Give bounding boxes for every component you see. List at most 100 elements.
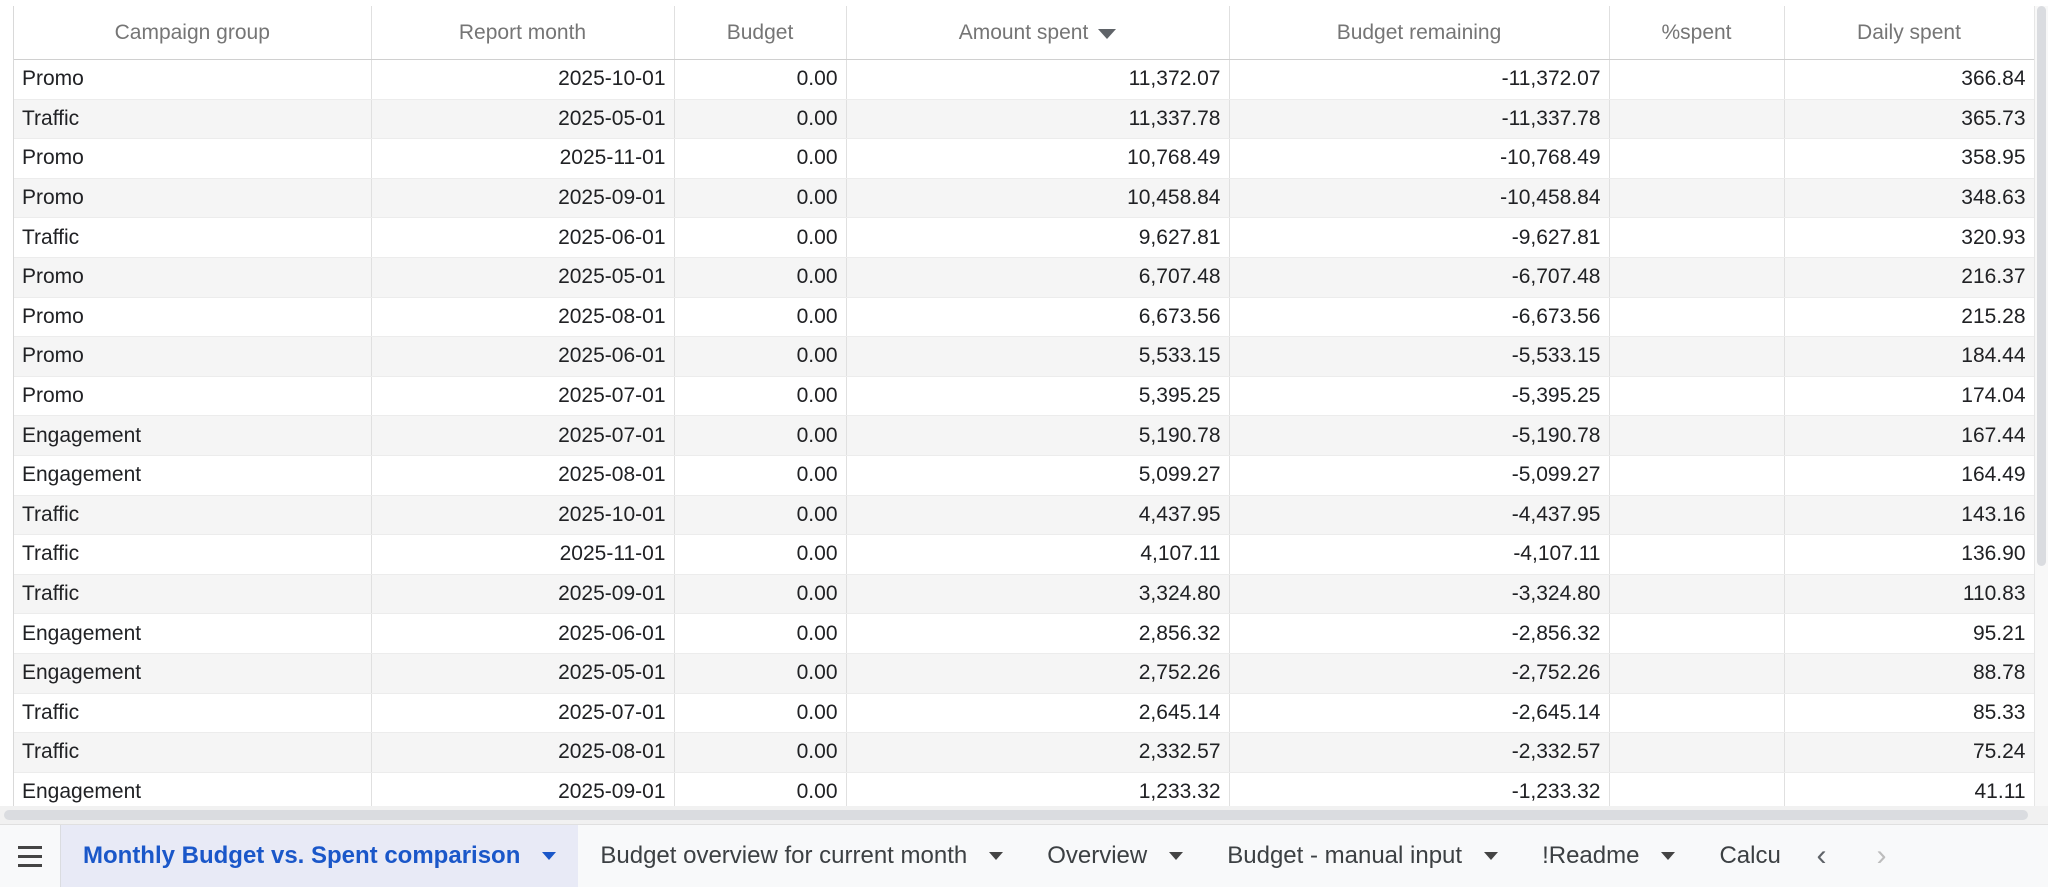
cell-report-month[interactable]: 2025-06-01 xyxy=(371,336,675,377)
cell-report-month[interactable]: 2025-09-01 xyxy=(371,772,675,806)
cell-percent-spent[interactable] xyxy=(1609,732,1785,773)
cell-budget-remaining[interactable]: -5,395.25 xyxy=(1229,376,1610,417)
cell-daily-spent[interactable]: 167.44 xyxy=(1784,415,2034,456)
cell-percent-spent[interactable] xyxy=(1609,59,1785,100)
cell-budget[interactable]: 0.00 xyxy=(674,534,847,575)
cell-daily-spent[interactable]: 365.73 xyxy=(1784,99,2034,140)
cell-report-month[interactable]: 2025-09-01 xyxy=(371,574,675,615)
column-header-amount-spent[interactable]: Amount spent xyxy=(846,6,1230,60)
cell-percent-spent[interactable] xyxy=(1609,99,1785,140)
cell-report-month[interactable]: 2025-08-01 xyxy=(371,732,675,773)
cell-daily-spent[interactable]: 358.95 xyxy=(1784,138,2034,179)
cell-percent-spent[interactable] xyxy=(1609,772,1785,806)
cell-daily-spent[interactable]: 215.28 xyxy=(1784,297,2034,338)
cell-campaign-group[interactable]: Traffic xyxy=(14,99,372,140)
cell-campaign-group[interactable]: Promo xyxy=(14,376,372,417)
cell-budget[interactable]: 0.00 xyxy=(674,376,847,417)
table-row[interactable]: Engagement 2025-07-01 0.00 5,190.78 -5,190.7… xyxy=(14,415,2034,456)
cell-campaign-group[interactable]: Traffic xyxy=(14,495,372,536)
cell-report-month[interactable]: 2025-05-01 xyxy=(371,653,675,694)
cell-campaign-group[interactable]: Engagement xyxy=(14,613,372,654)
tab-readme[interactable]: !Readme xyxy=(1520,825,1697,887)
cell-daily-spent[interactable]: 174.04 xyxy=(1784,376,2034,417)
chevron-down-icon[interactable] xyxy=(1484,852,1499,860)
cell-budget-remaining[interactable]: -6,707.48 xyxy=(1229,257,1610,298)
cell-campaign-group[interactable]: Promo xyxy=(14,257,372,298)
cell-budget-remaining[interactable]: -10,768.49 xyxy=(1229,138,1610,179)
cell-percent-spent[interactable] xyxy=(1609,455,1785,496)
chevron-down-icon[interactable] xyxy=(1169,852,1184,860)
cell-percent-spent[interactable] xyxy=(1609,257,1785,298)
cell-percent-spent[interactable] xyxy=(1609,534,1785,575)
cell-budget[interactable]: 0.00 xyxy=(674,693,847,734)
table-row[interactable]: Promo 2025-07-01 0.00 5,395.25 -5,395.25 174.… xyxy=(14,376,2034,417)
chevron-right-icon[interactable]: › xyxy=(1851,825,1911,887)
chevron-down-icon[interactable] xyxy=(1661,852,1676,860)
sort-desc-icon[interactable] xyxy=(1098,28,1117,39)
tab-budget-manual-input[interactable]: Budget - manual input xyxy=(1205,825,1520,887)
cell-daily-spent[interactable]: 136.90 xyxy=(1784,534,2034,575)
cell-amount-spent[interactable]: 3,324.80 xyxy=(846,574,1230,615)
cell-campaign-group[interactable]: Engagement xyxy=(14,415,372,456)
cell-amount-spent[interactable]: 2,332.57 xyxy=(846,732,1230,773)
table-row[interactable]: Engagement 2025-08-01 0.00 5,099.27 -5,099.2… xyxy=(14,455,2034,496)
cell-amount-spent[interactable]: 2,752.26 xyxy=(846,653,1230,694)
cell-budget[interactable]: 0.00 xyxy=(674,574,847,615)
cell-percent-spent[interactable] xyxy=(1609,138,1785,179)
cell-amount-spent[interactable]: 9,627.81 xyxy=(846,217,1230,258)
cell-budget-remaining[interactable]: -6,673.56 xyxy=(1229,297,1610,338)
cell-campaign-group[interactable]: Traffic xyxy=(14,693,372,734)
hamburger-icon[interactable] xyxy=(0,825,61,887)
cell-amount-spent[interactable]: 10,458.84 xyxy=(846,178,1230,219)
cell-report-month[interactable]: 2025-11-01 xyxy=(371,138,675,179)
cell-percent-spent[interactable] xyxy=(1609,336,1785,377)
cell-budget[interactable]: 0.00 xyxy=(674,178,847,219)
chevron-down-icon[interactable] xyxy=(989,852,1004,860)
cell-campaign-group[interactable]: Promo xyxy=(14,178,372,219)
table-row[interactable]: Promo 2025-05-01 0.00 6,707.48 -6,707.48 216.… xyxy=(14,257,2034,298)
cell-percent-spent[interactable] xyxy=(1609,415,1785,456)
cell-budget[interactable]: 0.00 xyxy=(674,99,847,140)
cell-campaign-group[interactable]: Promo xyxy=(14,59,372,100)
cell-percent-spent[interactable] xyxy=(1609,693,1785,734)
tab-budget-overview-current-month[interactable]: Budget overview for current month xyxy=(578,825,1025,887)
cell-daily-spent[interactable]: 85.33 xyxy=(1784,693,2034,734)
cell-budget[interactable]: 0.00 xyxy=(674,653,847,694)
table-row[interactable]: Traffic 2025-10-01 0.00 4,437.95 -4,437.95 14… xyxy=(14,495,2034,536)
cell-amount-spent[interactable]: 5,395.25 xyxy=(846,376,1230,417)
cell-campaign-group[interactable]: Traffic xyxy=(14,217,372,258)
column-header-budget[interactable]: Budget xyxy=(674,6,847,60)
cell-daily-spent[interactable]: 95.21 xyxy=(1784,613,2034,654)
cell-amount-spent[interactable]: 5,099.27 xyxy=(846,455,1230,496)
cell-daily-spent[interactable]: 110.83 xyxy=(1784,574,2034,615)
cell-report-month[interactable]: 2025-06-01 xyxy=(371,217,675,258)
table-row[interactable]: Traffic 2025-08-01 0.00 2,332.57 -2,332.57 75… xyxy=(14,732,2034,773)
table-row[interactable]: Promo 2025-06-01 0.00 5,533.15 -5,533.15 184.… xyxy=(14,336,2034,377)
cell-budget-remaining[interactable]: -11,372.07 xyxy=(1229,59,1610,100)
cell-percent-spent[interactable] xyxy=(1609,574,1785,615)
column-header-percent-spent[interactable]: %spent xyxy=(1609,6,1785,60)
cell-amount-spent[interactable]: 4,437.95 xyxy=(846,495,1230,536)
cell-amount-spent[interactable]: 6,707.48 xyxy=(846,257,1230,298)
cell-campaign-group[interactable]: Engagement xyxy=(14,653,372,694)
cell-report-month[interactable]: 2025-10-01 xyxy=(371,495,675,536)
cell-budget-remaining[interactable]: -3,324.80 xyxy=(1229,574,1610,615)
table-row[interactable]: Traffic 2025-09-01 0.00 3,324.80 -3,324.80 11… xyxy=(14,574,2034,615)
table-row[interactable]: Traffic 2025-07-01 0.00 2,645.14 -2,645.14 85… xyxy=(14,693,2034,734)
cell-budget[interactable]: 0.00 xyxy=(674,138,847,179)
cell-amount-spent[interactable]: 2,645.14 xyxy=(846,693,1230,734)
column-header-daily-spent[interactable]: Daily spent xyxy=(1784,6,2034,60)
cell-amount-spent[interactable]: 5,190.78 xyxy=(846,415,1230,456)
cell-budget[interactable]: 0.00 xyxy=(674,217,847,258)
cell-budget-remaining[interactable]: -4,437.95 xyxy=(1229,495,1610,536)
column-header-budget-remaining[interactable]: Budget remaining xyxy=(1229,6,1610,60)
cell-budget[interactable]: 0.00 xyxy=(674,257,847,298)
cell-report-month[interactable]: 2025-10-01 xyxy=(371,59,675,100)
cell-budget[interactable]: 0.00 xyxy=(674,59,847,100)
table-row[interactable]: Traffic 2025-11-01 0.00 4,107.11 -4,107.11 13… xyxy=(14,534,2034,575)
chevron-left-icon[interactable]: ‹ xyxy=(1791,825,1851,887)
cell-amount-spent[interactable]: 2,856.32 xyxy=(846,613,1230,654)
table-row[interactable]: Promo 2025-08-01 0.00 6,673.56 -6,673.56 215.… xyxy=(14,297,2034,338)
cell-percent-spent[interactable] xyxy=(1609,613,1785,654)
cell-amount-spent[interactable]: 11,337.78 xyxy=(846,99,1230,140)
